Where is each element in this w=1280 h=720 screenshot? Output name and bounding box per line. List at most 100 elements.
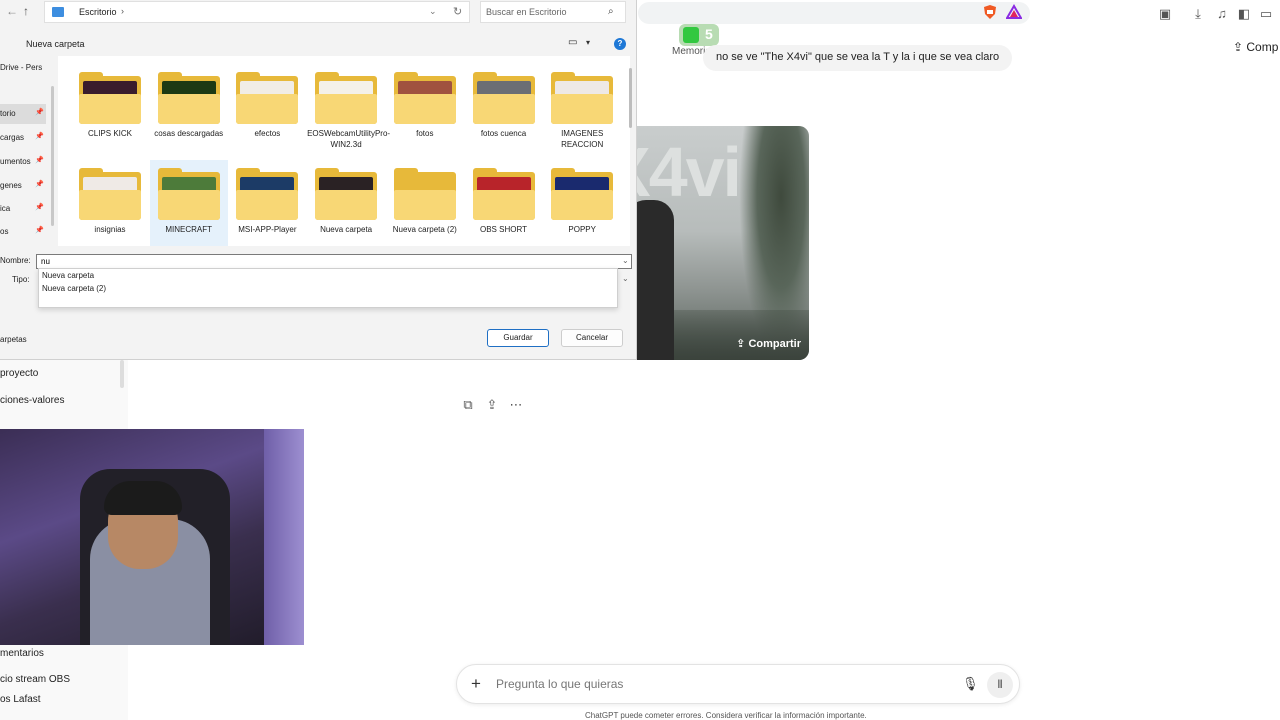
autocomplete-list: Nueva carpeta Nueva carpeta (2) — [38, 268, 618, 308]
chevron-down-icon[interactable]: ▾ — [586, 38, 590, 47]
chevron-down-icon[interactable]: ⌄ — [622, 256, 629, 265]
nav-item[interactable]: torio 📌 — [0, 104, 46, 124]
image-share-button[interactable]: ⇪ Compartir — [736, 337, 801, 350]
dialog-address-bar: ← ↑ Escritorio › ⌄ ↻ Buscar en Escritori… — [0, 0, 637, 24]
sidebar-item[interactable]: ciones-valores — [0, 395, 64, 406]
file-name-input[interactable]: nu ⌄ — [36, 254, 632, 269]
folder-icon — [393, 190, 456, 220]
nav-item-label: umentos — [0, 157, 31, 166]
refresh-icon[interactable]: ↻ — [453, 5, 462, 18]
pin-icon: 📌 — [35, 204, 44, 211]
folder-icon — [393, 94, 456, 124]
composer-placeholder[interactable]: Pregunta lo que quieras — [496, 677, 623, 691]
folder-name: insignias — [94, 225, 126, 234]
folder-item[interactable]: efectos — [228, 64, 306, 160]
nav-item[interactable]: ica 📌 — [0, 199, 46, 219]
address-bar[interactable] — [638, 2, 1030, 24]
nav-item[interactable]: cargas 📌 — [0, 128, 46, 148]
more-icon[interactable]: ⋯ — [504, 397, 528, 413]
file-type-label: Tipo: — [12, 275, 30, 284]
hide-folders-toggle[interactable]: arpetas — [0, 335, 27, 344]
music-icon[interactable]: ♫ — [1213, 5, 1231, 23]
folder-item[interactable]: MINECRAFT — [149, 160, 228, 246]
folder-item[interactable]: Nueva carpeta (2) — [386, 160, 464, 246]
nav-item[interactable]: genes 📌 — [0, 176, 46, 196]
copy-icon[interactable]: ⧉ — [456, 397, 480, 413]
folder-icon — [315, 190, 378, 220]
help-icon[interactable]: ? — [614, 38, 626, 50]
file-list: CLIPS KICK cosas descargadas efectos EOSWeb… — [58, 56, 630, 246]
search-icon[interactable]: ⌕ — [608, 6, 614, 17]
folder-item[interactable]: insignias — [71, 160, 149, 246]
cancel-button[interactable]: Cancelar — [561, 329, 623, 347]
brave-shield-icon[interactable] — [982, 4, 1000, 22]
autocomplete-item[interactable]: Nueva carpeta — [42, 271, 94, 280]
back-arrow-icon[interactable]: ← — [6, 4, 18, 18]
microphone-icon[interactable]: 🎙 — [962, 676, 979, 692]
save-dialog: ← ↑ Escritorio › ⌄ ↻ Buscar en Escritori… — [0, 0, 637, 360]
folder-name: OBS SHORT — [480, 225, 527, 234]
save-button[interactable]: Guardar — [487, 329, 549, 347]
sidebar-icon[interactable]: ◧ — [1235, 5, 1253, 23]
screenshot-icon[interactable]: ▣ — [1156, 5, 1174, 23]
nav-item-label: torio — [0, 109, 16, 118]
new-folder-button[interactable]: Nueva carpeta — [26, 39, 85, 49]
sidebar-scrollbar[interactable] — [120, 360, 124, 388]
plus-icon[interactable]: + — [471, 674, 481, 694]
sidebar-item[interactable]: os Lafast — [0, 694, 41, 705]
folder-item[interactable]: fotos cuenca — [465, 64, 543, 160]
chevron-down-icon[interactable]: ⌄ — [429, 6, 437, 17]
folder-item[interactable]: IMAGENES REACCION — [543, 64, 621, 160]
folder-icon — [472, 190, 535, 220]
folder-item[interactable]: EOSWebcamUtilityPro-WIN2.3d — [307, 64, 390, 160]
voice-mode-icon[interactable]: ⦀ — [987, 672, 1013, 698]
wallet-icon[interactable]: ▭ — [1257, 5, 1275, 23]
folder-item[interactable]: Nueva carpeta — [307, 160, 385, 246]
folder-item[interactable]: fotos — [386, 64, 464, 160]
nav-item-label: cargas — [0, 133, 25, 142]
purple-light — [264, 429, 304, 645]
autocomplete-item[interactable]: Nueva carpeta (2) — [42, 284, 106, 293]
folder-name: efectos — [254, 129, 281, 138]
folder-item[interactable]: cosas descargadas — [150, 64, 228, 160]
nav-item[interactable]: umentos 📌 — [0, 152, 46, 172]
folder-name: Nueva carpeta — [320, 225, 373, 234]
search-input[interactable]: Buscar en Escritorio ⌕ — [480, 1, 626, 23]
path-breadcrumb[interactable]: Escritorio › ⌄ ↻ — [44, 1, 470, 23]
nav-item[interactable]: Drive - Pers — [0, 58, 46, 78]
folder-item[interactable]: POPPY — [543, 160, 621, 246]
folder-name: POPPY — [568, 225, 596, 234]
folder-icon — [472, 94, 535, 124]
nav-scrollbar[interactable] — [51, 86, 54, 226]
nav-item[interactable]: os 📌 — [0, 222, 46, 242]
up-arrow-icon[interactable]: ↑ — [23, 4, 29, 18]
folder-icon — [551, 94, 614, 124]
folder-name: IMAGENES REACCION — [561, 129, 604, 149]
view-options-icon[interactable]: ▭ — [568, 37, 577, 48]
file-name-value[interactable]: nu — [41, 257, 50, 266]
nav-item-label: os — [0, 227, 9, 236]
brave-rewards-icon[interactable] — [1005, 4, 1024, 22]
sidebar-item[interactable]: cio stream OBS — [0, 674, 70, 685]
share-icon[interactable]: ⇪ — [480, 397, 504, 413]
nav-item-label: genes — [0, 181, 22, 190]
share-button[interactable]: ⇪ Comp — [1233, 40, 1278, 54]
chevron-right-icon[interactable]: › — [121, 6, 124, 16]
folder-icon — [79, 190, 141, 220]
sidebar-item[interactable]: mentarios — [0, 648, 44, 659]
chat-composer[interactable]: + Pregunta lo que quieras 🎙 ⦀ — [456, 664, 1020, 704]
breadcrumb-desktop[interactable]: Escritorio — [79, 7, 117, 17]
folder-item[interactable]: MSI-APP-Player — [228, 160, 306, 246]
chevron-down-icon[interactable]: ⌄ — [622, 274, 629, 283]
folder-icon — [315, 94, 378, 124]
folder-item[interactable]: OBS SHORT — [465, 160, 543, 246]
download-icon[interactable]: ⤓ — [1189, 5, 1207, 23]
folder-item[interactable]: CLIPS KICK — [71, 64, 149, 160]
pin-icon: 📌 — [35, 227, 44, 234]
folder-name: fotos — [416, 129, 434, 138]
sidebar-item[interactable]: proyecto — [0, 368, 38, 379]
desktop-folder-icon — [52, 7, 64, 17]
folder-name: MSI-APP-Player — [238, 225, 297, 234]
share-icon: ⇪ — [736, 338, 749, 350]
file-scrollbar[interactable] — [629, 68, 632, 128]
